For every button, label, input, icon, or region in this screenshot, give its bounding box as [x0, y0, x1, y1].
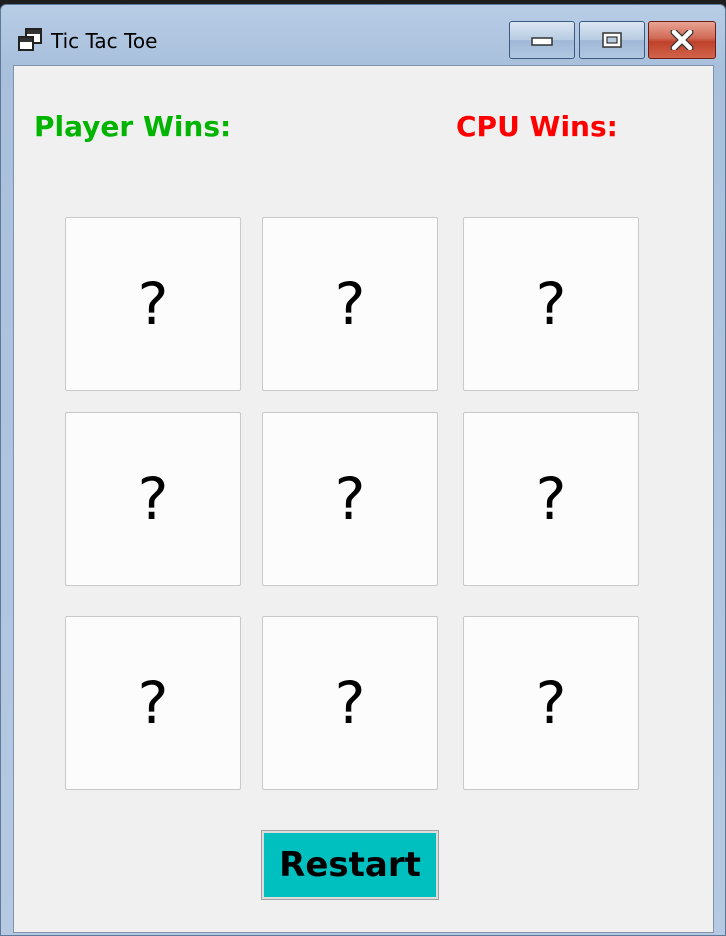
close-button[interactable]: [648, 21, 716, 59]
cell-label: ?: [137, 669, 169, 737]
board-cell-9[interactable]: ?: [463, 616, 639, 790]
board-cell-1[interactable]: ?: [65, 217, 241, 391]
maximize-button[interactable]: [579, 21, 645, 59]
cell-label: ?: [334, 270, 366, 338]
board-cell-8[interactable]: ?: [262, 616, 438, 790]
minimize-button[interactable]: [509, 21, 575, 59]
minimize-icon: [531, 37, 553, 46]
cell-label: ?: [535, 270, 567, 338]
cell-label: ?: [334, 465, 366, 533]
board-cell-7[interactable]: ?: [65, 616, 241, 790]
board-cell-4[interactable]: ?: [65, 412, 241, 586]
board-cell-5[interactable]: ?: [262, 412, 438, 586]
cell-label: ?: [535, 465, 567, 533]
window-title: Tic Tac Toe: [51, 29, 158, 53]
restart-button[interactable]: Restart: [261, 830, 439, 900]
cpu-wins-label: CPU Wins:: [456, 110, 618, 143]
maximize-icon: [602, 32, 622, 48]
cell-label: ?: [137, 270, 169, 338]
close-icon: [670, 30, 694, 50]
board-cell-2[interactable]: ?: [262, 217, 438, 391]
board-cell-3[interactable]: ?: [463, 217, 639, 391]
app-window: Tic Tac Toe Player Wins: CPU Wins: ? ? ?…: [0, 4, 726, 936]
title-bar[interactable]: Tic Tac Toe: [1, 5, 725, 65]
app-window-icon: [18, 28, 42, 51]
board-cell-6[interactable]: ?: [463, 412, 639, 586]
cell-label: ?: [535, 669, 567, 737]
cell-label: ?: [137, 465, 169, 533]
cell-label: ?: [334, 669, 366, 737]
client-area: Player Wins: CPU Wins: ? ? ? ? ? ? ? ? ?…: [13, 65, 714, 933]
player-wins-label: Player Wins:: [34, 110, 232, 143]
